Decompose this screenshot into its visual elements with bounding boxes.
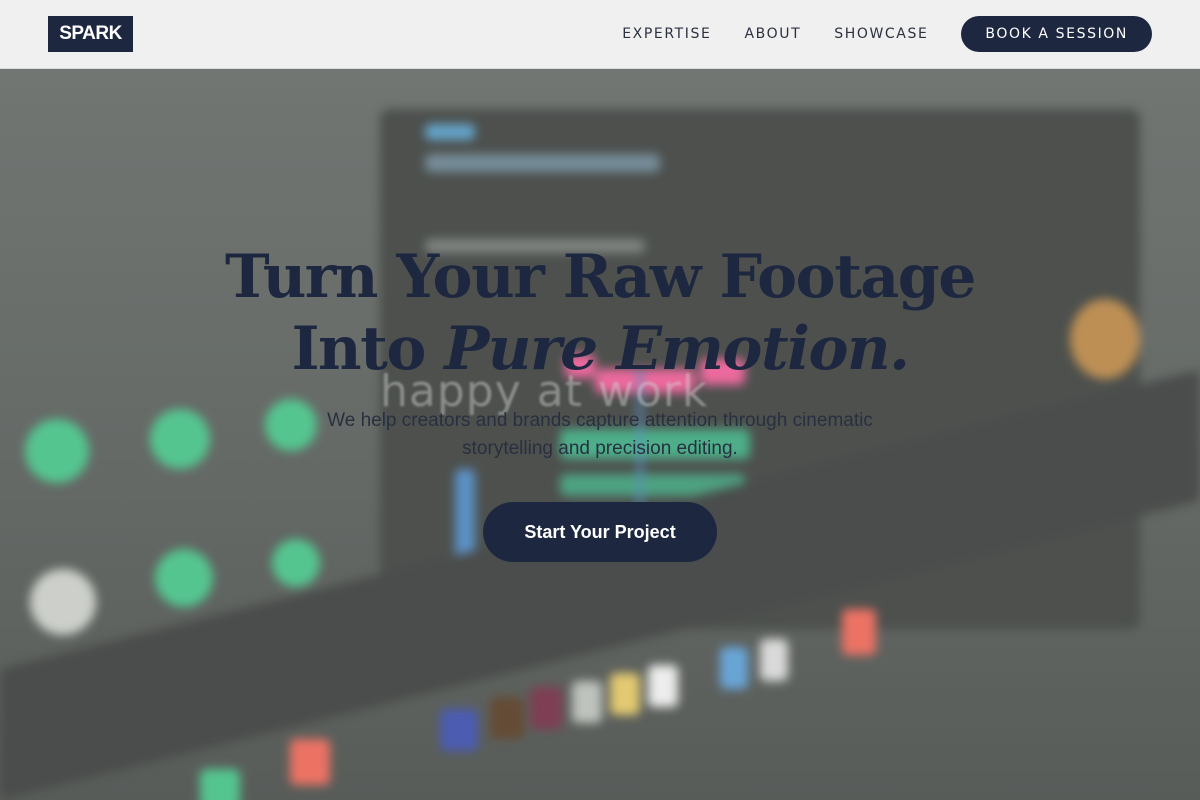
headline-line-2-italic: Pure Emotion. <box>444 314 910 384</box>
start-project-button[interactable]: Start Your Project <box>483 502 717 562</box>
main-nav: EXPERTISE ABOUT SHOWCASE BOOK A SESSION <box>622 16 1152 52</box>
hero-headline: Turn Your Raw Footage Into Pure Emotion. <box>0 241 1200 385</box>
site-header: SPARK EXPERTISE ABOUT SHOWCASE BOOK A SE… <box>0 0 1200 69</box>
headline-line-1: Turn Your Raw Footage <box>225 242 976 312</box>
nav-link-about[interactable]: ABOUT <box>744 26 801 42</box>
logo[interactable]: SPARK <box>48 16 133 52</box>
headline-line-2-plain: Into <box>291 314 445 384</box>
hero-section: Turn Your Raw Footage Into Pure Emotion.… <box>0 69 1200 800</box>
nav-link-showcase[interactable]: SHOWCASE <box>834 26 928 42</box>
hero-subtitle: We help creators and brands capture atte… <box>327 410 873 459</box>
book-session-button[interactable]: BOOK A SESSION <box>961 16 1152 52</box>
nav-link-expertise[interactable]: EXPERTISE <box>622 26 711 42</box>
